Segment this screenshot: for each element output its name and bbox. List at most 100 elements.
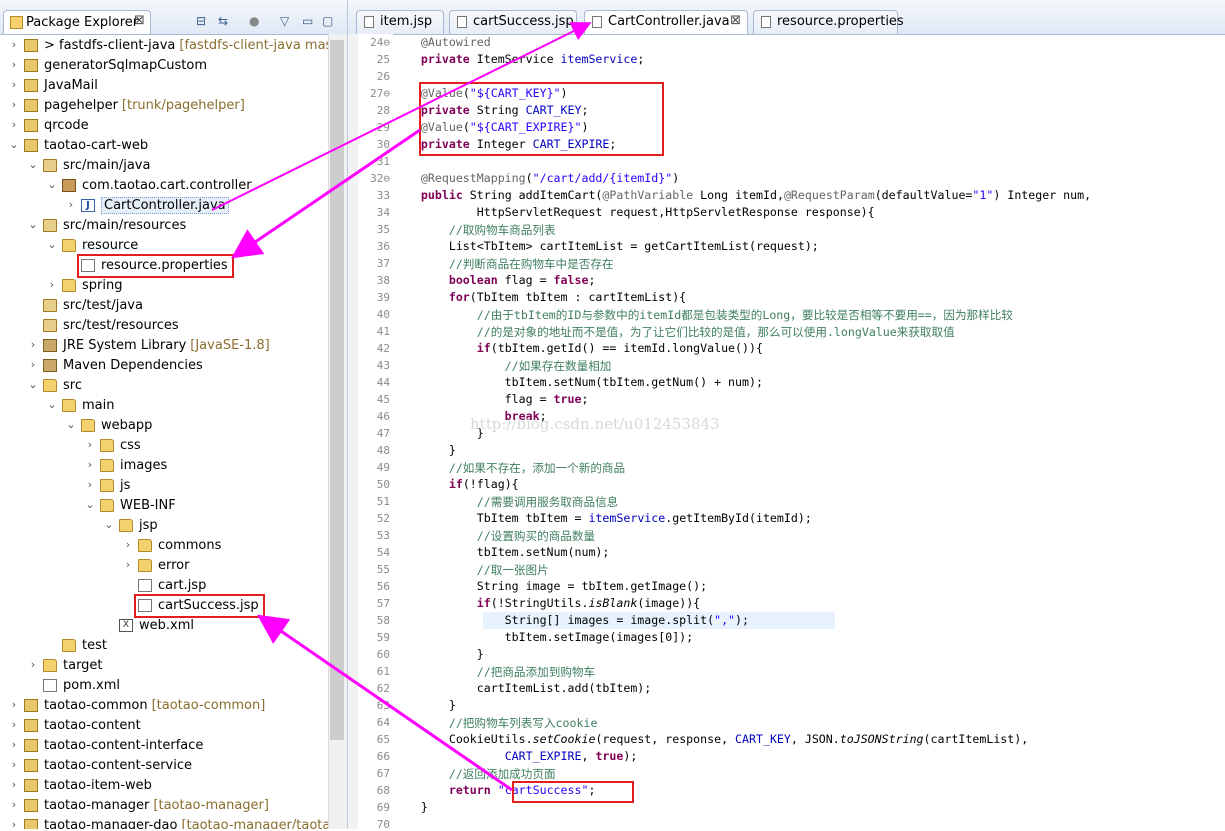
code-line[interactable]: tbItem.setNum(tbItem.getNum() + num); (393, 375, 763, 392)
tree-item[interactable]: › error (0, 556, 328, 576)
code-line[interactable]: TbItem tbItem = itemService.getItemById(… (393, 511, 812, 528)
chevron-right-icon[interactable]: › (84, 438, 96, 451)
code-line[interactable]: //判断商品在购物车中是否存在 (393, 256, 614, 273)
code-line[interactable]: } (393, 647, 484, 664)
editor-tab[interactable]: resource.properties (753, 10, 904, 34)
chevron-down-icon[interactable]: ⌄ (46, 178, 58, 191)
tree-item[interactable]: ⌄ webapp (0, 416, 328, 436)
chevron-right-icon[interactable]: › (8, 38, 20, 51)
chevron-right-icon[interactable]: › (8, 698, 20, 711)
tree-item[interactable]: › css (0, 436, 328, 456)
close-icon[interactable]: ⊠ (134, 13, 145, 28)
code-line[interactable]: //设置购买的商品数量 (393, 528, 595, 545)
code-line[interactable]: if(tbItem.getId() == itemId.longValue())… (393, 341, 763, 358)
code-line[interactable]: String[] images = image.split(","); (393, 613, 749, 630)
tree-item[interactable]: src/test/java (0, 296, 328, 316)
code-line[interactable]: tbItem.setNum(num); (393, 545, 610, 562)
editor-tab[interactable]: cartSuccess.jsp (449, 10, 577, 34)
chevron-right-icon[interactable]: › (84, 458, 96, 471)
chevron-right-icon[interactable]: › (46, 278, 58, 291)
chevron-down-icon[interactable]: ⌄ (46, 238, 58, 251)
code-line[interactable]: //如果不存在，添加一个新的商品 (393, 460, 625, 477)
editor-tab[interactable]: CartController.java ⊠ (584, 10, 748, 34)
tree-item[interactable]: pom.xml (0, 676, 328, 696)
tree-item[interactable]: Xweb.xml (0, 616, 328, 636)
chevron-down-icon[interactable]: ⌄ (84, 498, 96, 511)
code-line[interactable]: String image = tbItem.getImage(); (393, 579, 707, 596)
chevron-right-icon[interactable]: › (8, 58, 20, 71)
tree-item[interactable]: src/test/resources (0, 316, 328, 336)
code-line[interactable]: private ItemService itemService; (393, 52, 644, 69)
maximize-icon[interactable]: ▢ (322, 14, 333, 28)
chevron-right-icon[interactable]: › (8, 738, 20, 751)
tree-item[interactable]: › target (0, 656, 328, 676)
link-with-editor-icon[interactable]: ⇆ (218, 14, 228, 28)
tree-item[interactable]: › images (0, 456, 328, 476)
code-line[interactable]: //由于tbItem的ID与参数中的itemId都是包装类型的Long，要比较是… (393, 307, 1013, 324)
code-line[interactable]: //把商品添加到购物车 (393, 664, 595, 681)
collapse-all-icon[interactable]: ⊟ (196, 14, 206, 28)
tree-item[interactable]: › JavaMail (0, 76, 328, 96)
tree-item[interactable]: › generatorSqlmapCustom (0, 56, 328, 76)
code-line[interactable]: //把购物车列表写入cookie (393, 715, 598, 732)
code-line[interactable]: //需要调用服务取商品信息 (393, 494, 619, 511)
chevron-down-icon[interactable]: ⌄ (27, 158, 39, 171)
chevron-right-icon[interactable]: › (84, 478, 96, 491)
chevron-right-icon[interactable]: › (27, 358, 39, 371)
chevron-down-icon[interactable]: ⌄ (8, 138, 20, 151)
code-line[interactable]: List<TbItem> cartItemList = getCartItemL… (393, 239, 819, 256)
tree-item[interactable]: › spring (0, 276, 328, 296)
code-line[interactable]: public String addItemCart(@PathVariable … (393, 188, 1091, 205)
package-explorer-tab[interactable]: Package Explorer ⊠ (3, 10, 151, 34)
working-sets-icon[interactable]: ● (249, 14, 259, 28)
tree-item[interactable]: › taotao-content-interface (0, 736, 328, 756)
tree-scrollbar-thumb[interactable] (330, 40, 344, 740)
tree-item[interactable]: › pagehelper [trunk/pagehelper] (0, 96, 328, 116)
chevron-right-icon[interactable]: › (8, 798, 20, 811)
tree-item[interactable]: ⌄ taotao-cart-web (0, 136, 328, 156)
chevron-down-icon[interactable]: ⌄ (65, 418, 77, 431)
tree-item[interactable]: › taotao-manager [taotao-manager] (0, 796, 328, 816)
chevron-right-icon[interactable]: › (8, 98, 20, 111)
tree-item[interactable]: › js (0, 476, 328, 496)
code-line[interactable]: if(!StringUtils.isBlank(image)){ (393, 596, 700, 613)
tree-item[interactable]: › Maven Dependencies (0, 356, 328, 376)
code-line[interactable]: @Autowired (393, 35, 491, 52)
chevron-down-icon[interactable]: ⌄ (27, 378, 39, 391)
tree-item[interactable]: ⌄ jsp (0, 516, 328, 536)
view-menu-icon[interactable]: ▽ (280, 14, 289, 28)
chevron-right-icon[interactable]: › (27, 658, 39, 671)
chevron-right-icon[interactable]: › (8, 718, 20, 731)
code-line[interactable]: if(!flag){ (393, 477, 519, 494)
chevron-down-icon[interactable]: ⌄ (27, 218, 39, 231)
code-line[interactable]: } (393, 698, 456, 715)
tree-item[interactable]: › J CartController.java (0, 196, 328, 216)
tree-item[interactable]: › taotao-common [taotao-common] (0, 696, 328, 716)
tree-item[interactable]: ⌄ src (0, 376, 328, 396)
chevron-right-icon[interactable]: › (8, 818, 20, 829)
tree-item[interactable]: ⌄ resource (0, 236, 328, 256)
code-line[interactable]: tbItem.setImage(images[0]); (393, 630, 693, 647)
code-line[interactable]: } (393, 443, 456, 460)
tree-item[interactable]: › commons (0, 536, 328, 556)
chevron-right-icon[interactable]: › (8, 78, 20, 91)
code-line[interactable]: //如果存在数量相加 (393, 358, 612, 375)
tree-item[interactable]: ⌄ src/main/java (0, 156, 328, 176)
code-line[interactable]: CART_EXPIRE, true); (393, 749, 638, 766)
tree-item[interactable]: ⌄ com.taotao.cart.controller (0, 176, 328, 196)
tree-item[interactable]: › JRE System Library [JavaSE-1.8] (0, 336, 328, 356)
code-line[interactable]: CookieUtils.setCookie(request, response,… (393, 732, 1028, 749)
code-line[interactable]: cartItemList.add(tbItem); (393, 681, 652, 698)
chevron-right-icon[interactable]: › (27, 338, 39, 351)
tree-item[interactable]: resource.properties (0, 254, 328, 278)
code-line[interactable]: HttpServletRequest request,HttpServletRe… (393, 205, 875, 222)
tree-item[interactable]: test (0, 636, 328, 656)
editor-tab[interactable]: item.jsp (356, 10, 444, 34)
tree-item[interactable]: › taotao-content-service (0, 756, 328, 776)
chevron-right-icon[interactable]: › (122, 558, 134, 571)
chevron-right-icon[interactable]: › (122, 538, 134, 551)
chevron-right-icon[interactable]: › (8, 778, 20, 791)
code-line[interactable]: @RequestMapping("/cart/add/{itemId}") (393, 171, 679, 188)
tree-item[interactable]: › taotao-content (0, 716, 328, 736)
chevron-right-icon[interactable]: › (8, 118, 20, 131)
